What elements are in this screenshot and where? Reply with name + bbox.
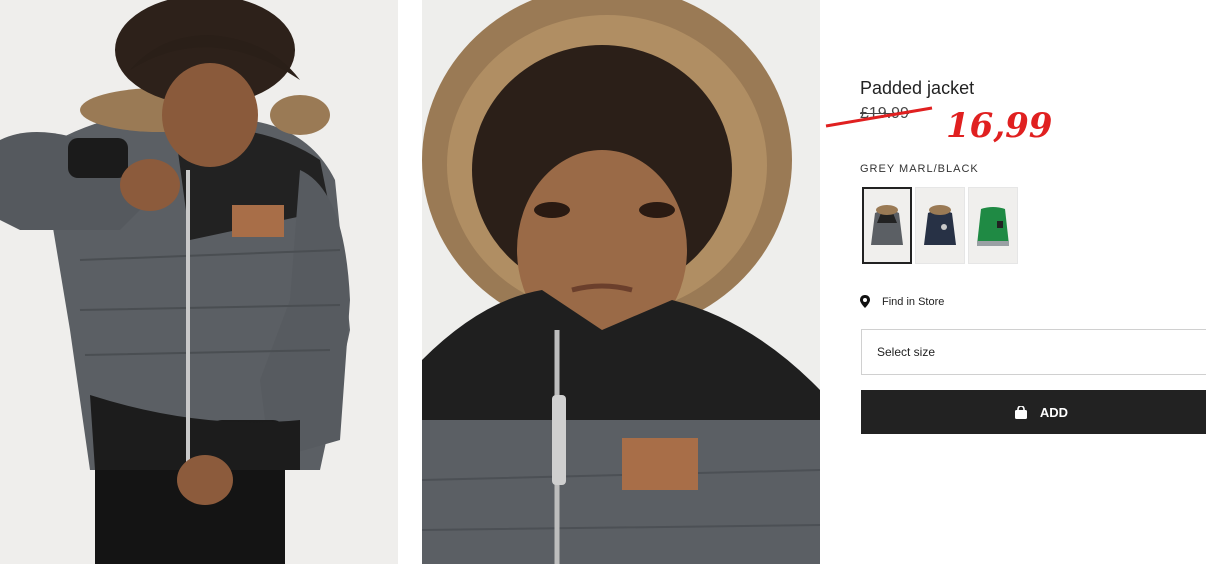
product-photo-front	[0, 0, 398, 564]
new-price: 16,99	[946, 106, 1053, 146]
find-in-store-link[interactable]: Find in Store	[860, 295, 944, 308]
select-size-dropdown[interactable]: Select size	[861, 329, 1206, 375]
price-strike-mark	[825, 106, 933, 128]
add-to-bag-button[interactable]: ADD	[861, 390, 1206, 434]
product-photo-closeup	[422, 0, 820, 564]
product-details-panel: Padded jacket £19.99 16,99 GREY MARL/BLA…	[825, 0, 1206, 564]
location-pin-icon	[860, 295, 870, 308]
select-size-label: Select size	[877, 345, 936, 359]
add-button-label: ADD	[1039, 404, 1069, 420]
jacket-thumbnail-navy	[924, 204, 956, 245]
color-swatches	[862, 187, 1018, 264]
product-title: Padded jacket	[860, 78, 975, 98]
swatch-green[interactable]	[968, 187, 1018, 264]
swatch-navy[interactable]	[915, 187, 965, 264]
product-image-closeup[interactable]	[422, 0, 820, 564]
jacket-thumbnail-grey	[871, 204, 903, 245]
jacket-thumbnail-green	[977, 206, 1009, 246]
find-in-store-label: Find in Store	[882, 295, 945, 308]
color-name: GREY MARL/BLACK	[860, 163, 979, 175]
product-image-front[interactable]	[0, 0, 398, 564]
swatch-grey-marl-black[interactable]	[862, 187, 912, 264]
shopping-bag-icon	[1014, 405, 1027, 419]
